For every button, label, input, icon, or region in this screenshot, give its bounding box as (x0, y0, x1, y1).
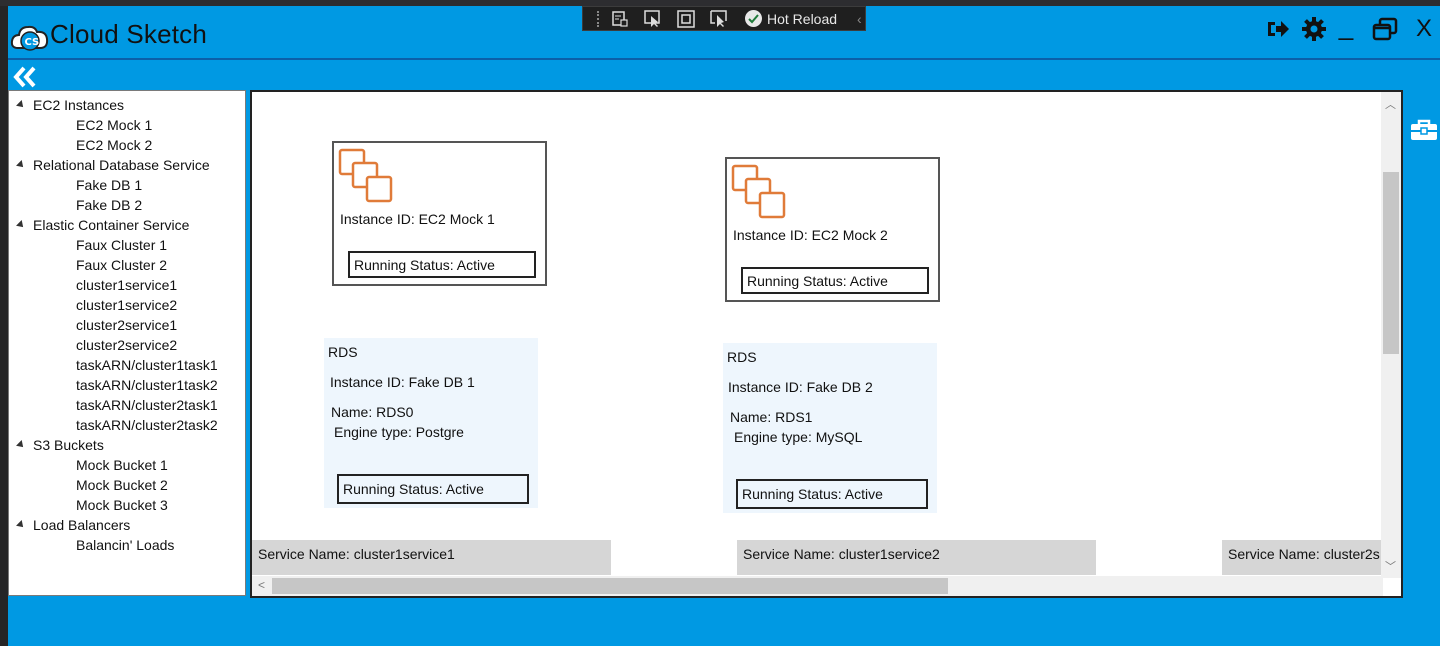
tree-item[interactable]: Balancin' Loads (9, 535, 245, 555)
toolbar-grip-icon[interactable] (597, 10, 601, 27)
hot-reload-status[interactable]: Hot Reload (745, 10, 837, 27)
hot-reload-label: Hot Reload (767, 10, 838, 27)
display-layout-adorners-icon[interactable] (675, 9, 697, 28)
os-left-edge (0, 6, 8, 646)
diagram-canvas[interactable]: Instance ID: EC2 Mock 1 Running Status: … (250, 90, 1403, 598)
resource-tree: EC2 Instances EC2 Mock 1 EC2 Mock 2 Relatio… (8, 90, 246, 596)
tree-group-header[interactable]: Load Balancers (9, 515, 245, 535)
ec2-card[interactable]: Instance ID: EC2 Mock 1 Running Status: … (332, 141, 547, 286)
rds-card[interactable]: RDS Instance ID: Fake DB 2 Name: RDS1 En… (723, 343, 937, 513)
scroll-left-icon[interactable]: < (258, 578, 265, 592)
title-bar: CS Cloud Sketch Hot Reload ‹ _ X (8, 6, 1440, 60)
tree-item[interactable]: Faux Cluster 1 (9, 235, 245, 255)
tree-item[interactable]: Fake DB 2 (9, 195, 245, 215)
scroll-up-icon[interactable]: ︿ (1385, 96, 1396, 112)
ec2-card[interactable]: Instance ID: EC2 Mock 2 Running Status: … (725, 157, 940, 302)
app-title: Cloud Sketch (50, 19, 208, 49)
xaml-debug-toolbar: Hot Reload ‹ (582, 6, 866, 31)
tree-group: Elastic Container Service Faux Cluster 1F… (9, 215, 245, 435)
running-status: Running Status: Active (337, 474, 529, 504)
live-visual-tree-icon[interactable] (609, 10, 631, 28)
rds-name: Name: RDS1 (730, 409, 813, 425)
app-window: CS Cloud Sketch Hot Reload ‹ _ X EC2 Ins… (8, 6, 1440, 646)
minimize-button[interactable]: _ (1334, 11, 1358, 44)
close-button[interactable]: X (1412, 14, 1436, 44)
horizontal-scroll-thumb[interactable] (272, 578, 948, 594)
ec2-instances-icon (731, 164, 786, 219)
cloud-logo-icon: CS (10, 25, 49, 51)
tree-group-header[interactable]: S3 Buckets (9, 435, 245, 455)
svg-text:CS: CS (25, 37, 40, 48)
tree-group-header[interactable]: EC2 Instances (9, 95, 245, 115)
rds-engine-type: Engine type: Postgre (334, 424, 464, 440)
running-status: Running Status: Active (348, 251, 536, 278)
track-focus-icon[interactable] (708, 9, 730, 28)
tree-item[interactable]: cluster1service2 (9, 295, 245, 315)
tree-group: S3 Buckets Mock Bucket 1 Mock Bucket 2 Mock… (9, 435, 245, 515)
rds-instance-id: Instance ID: Fake DB 2 (728, 379, 873, 395)
tree-item[interactable]: cluster1service1 (9, 275, 245, 295)
tree-group-label: Elastic Container Service (33, 217, 190, 233)
tree-item[interactable]: EC2 Mock 2 (9, 135, 245, 155)
tree-item[interactable]: EC2 Mock 1 (9, 115, 245, 135)
tree-item[interactable]: taskARN/cluster1task2 (9, 375, 245, 395)
restore-window-icon[interactable] (1370, 14, 1400, 44)
expand-triangle-icon[interactable] (16, 220, 26, 230)
collapse-toolbar-icon[interactable]: ‹ (857, 11, 862, 27)
rds-heading: RDS (727, 349, 757, 365)
tree-group: Load Balancers Balancin' Loads (9, 515, 245, 555)
logout-icon[interactable] (1264, 14, 1292, 44)
select-element-icon[interactable] (642, 9, 664, 28)
ecs-service-bar[interactable]: Service Name: cluster1service1 (252, 540, 611, 575)
scroll-down-icon[interactable]: ﹀ (1385, 558, 1396, 574)
check-circle-icon (745, 10, 762, 27)
tree-item[interactable]: Faux Cluster 2 (9, 255, 245, 275)
tree-item[interactable]: taskARN/cluster1task1 (9, 355, 245, 375)
ecs-service-bar[interactable]: Service Name: cluster1service2 (737, 540, 1096, 575)
running-status: Running Status: Active (736, 479, 928, 509)
tree-group-header[interactable]: Elastic Container Service (9, 215, 245, 235)
toolbox-icon[interactable] (1410, 118, 1438, 142)
instance-id-label: Instance ID: EC2 Mock 1 (340, 211, 495, 227)
rds-name: Name: RDS0 (331, 404, 414, 420)
rds-card[interactable]: RDS Instance ID: Fake DB 1 Name: RDS0 En… (324, 338, 538, 508)
tree-item[interactable]: cluster2service1 (9, 315, 245, 335)
rds-instance-id: Instance ID: Fake DB 1 (330, 374, 475, 390)
horizontal-scrollbar[interactable]: < (252, 576, 1383, 596)
tree-group-label: S3 Buckets (33, 437, 104, 453)
tree-group-label: EC2 Instances (33, 97, 125, 113)
instance-id-label: Instance ID: EC2 Mock 2 (733, 227, 888, 243)
expand-triangle-icon[interactable] (16, 160, 26, 170)
rds-heading: RDS (328, 344, 358, 360)
tree-item[interactable]: taskARN/cluster2task2 (9, 415, 245, 435)
tree-item[interactable]: Fake DB 1 (9, 175, 245, 195)
running-status: Running Status: Active (741, 267, 929, 294)
vertical-scroll-thumb[interactable] (1383, 172, 1399, 354)
tree-item[interactable]: Mock Bucket 2 (9, 475, 245, 495)
expand-triangle-icon[interactable] (16, 100, 26, 110)
collapse-sidebar-icon[interactable] (12, 66, 38, 88)
tree-item[interactable]: cluster2service2 (9, 335, 245, 355)
ec2-instances-icon (338, 148, 393, 203)
ecs-service-bar[interactable]: Service Name: cluster2s (1222, 540, 1383, 575)
tree-group-header[interactable]: Relational Database Service (9, 155, 245, 175)
tree-item[interactable]: Mock Bucket 3 (9, 495, 245, 515)
rds-engine-type: Engine type: MySQL (734, 429, 863, 445)
tree-item[interactable]: Mock Bucket 1 (9, 455, 245, 475)
tree-group-label: Relational Database Service (33, 157, 210, 173)
expand-triangle-icon[interactable] (16, 520, 26, 530)
vertical-scrollbar[interactable]: ︿ ﹀ (1381, 92, 1401, 578)
tree-item[interactable]: taskARN/cluster2task1 (9, 395, 245, 415)
tree-group-label: Load Balancers (33, 517, 131, 533)
tree-group: Relational Database Service Fake DB 1 Fake… (9, 155, 245, 215)
settings-gear-icon[interactable] (1300, 14, 1328, 44)
tree-group: EC2 Instances EC2 Mock 1 EC2 Mock 2 (9, 95, 245, 155)
expand-triangle-icon[interactable] (16, 440, 26, 450)
